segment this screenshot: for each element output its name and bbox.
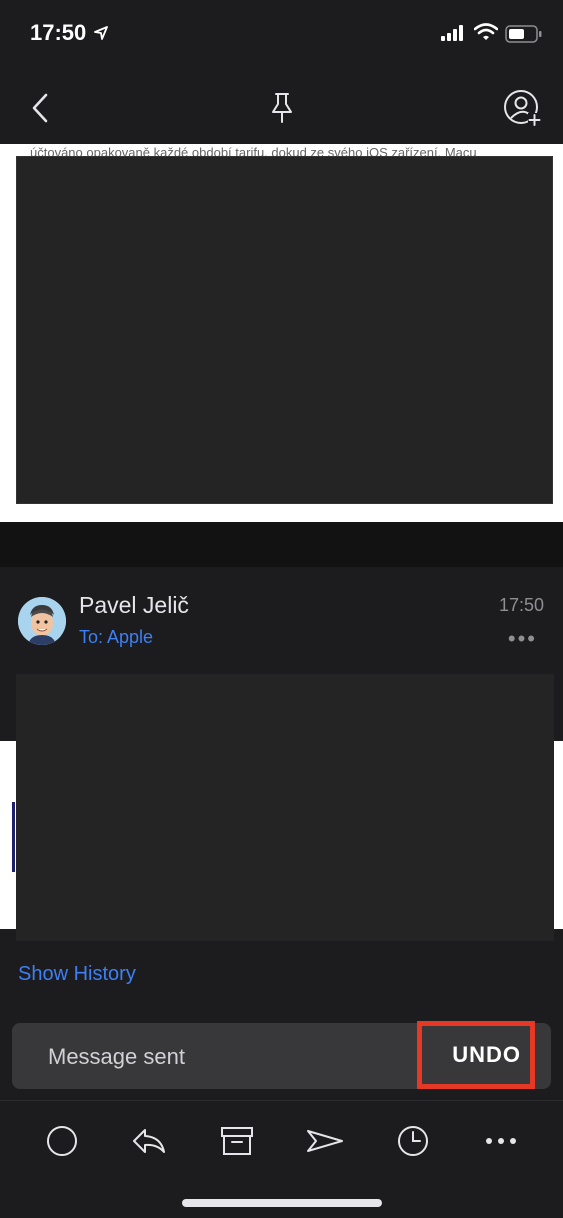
location-arrow-icon [94,26,108,40]
recipient-label[interactable]: To: Apple [79,627,153,648]
toast-text: Message sent [48,1044,185,1069]
archive-icon [221,1127,253,1155]
message-sent-toast: Message sent UNDO [12,1021,551,1089]
circle-icon [47,1126,77,1156]
message-divider [0,522,563,567]
message-time: 17:50 [498,595,544,615]
archive-button[interactable] [217,1121,257,1161]
chevron-left-icon [32,93,48,123]
status-time: 17:50 [30,20,87,45]
pin-button[interactable] [262,88,302,128]
undo-button[interactable]: UNDO [452,1042,521,1068]
signal-icon [441,25,463,41]
nav-bar [0,70,563,144]
memoji-avatar-icon [18,597,66,645]
sender-name: Pavel Jelič [79,592,189,618]
redacted-content [16,156,553,504]
home-indicator[interactable] [182,1199,382,1207]
pin-icon [272,93,292,123]
more-button[interactable] [481,1121,521,1161]
reply-icon [133,1129,165,1153]
add-person-icon [504,90,541,126]
message-more-button[interactable]: ••• [508,628,537,650]
forward-icon [307,1130,343,1152]
avatar[interactable] [18,597,66,645]
battery-icon [505,25,542,43]
wifi-icon [474,23,498,40]
bottom-toolbar [0,1100,563,1218]
status-bar: 17:50 [0,0,563,70]
reply-button[interactable] [129,1121,169,1161]
snooze-button[interactable] [393,1121,433,1161]
back-button[interactable] [24,88,56,128]
clock-icon [398,1126,428,1156]
redacted-content [16,674,554,941]
add-person-button[interactable] [500,86,544,130]
message-2: Pavel Jelič To: Apple 17:50 ••• Show His… [0,567,563,1029]
show-history-link[interactable]: Show History [18,963,136,986]
more-icon [486,1138,516,1144]
quote-bar [12,802,15,872]
message-1-body: účtováno opakovaně každé období tarifu, … [0,144,563,522]
forward-button[interactable] [305,1121,345,1161]
mark-button[interactable] [42,1121,82,1161]
